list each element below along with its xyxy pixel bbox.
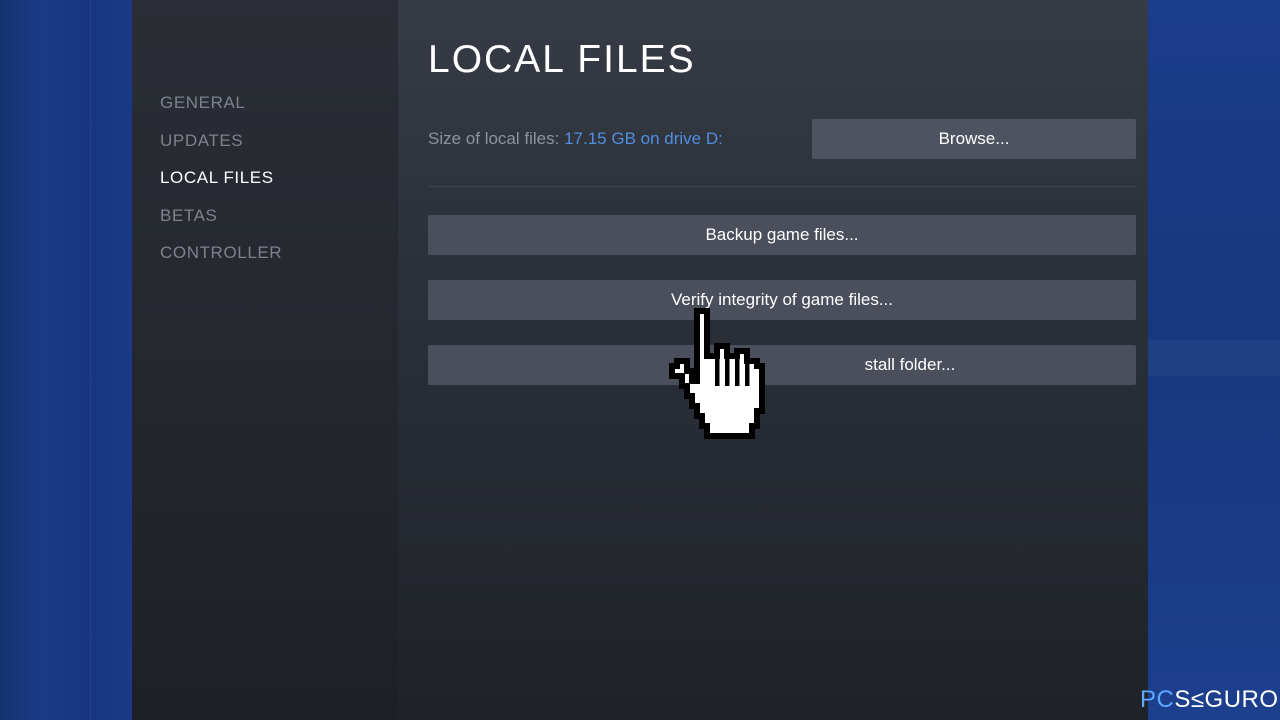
sidebar: GENERAL UPDATES LOCAL FILES BETAS CONTRO… <box>132 0 398 720</box>
sidebar-item-controller[interactable]: CONTROLLER <box>160 243 282 263</box>
watermark-prefix: PC <box>1140 686 1175 713</box>
sidebar-item-betas[interactable]: BETAS <box>160 206 217 226</box>
browse-button[interactable]: Browse... <box>812 119 1136 159</box>
backup-game-files-button[interactable]: Backup game files... <box>428 215 1136 255</box>
sidebar-item-local-files[interactable]: LOCAL FILES <box>160 168 274 188</box>
sidebar-item-general[interactable]: GENERAL <box>160 93 245 113</box>
install-folder-label: stall folder... <box>864 355 956 374</box>
watermark-logo: PCS≤GURO <box>1140 686 1279 714</box>
properties-window: GENERAL UPDATES LOCAL FILES BETAS CONTRO… <box>132 0 1148 720</box>
size-label: Size of local files: <box>428 129 560 148</box>
sidebar-item-updates[interactable]: UPDATES <box>160 131 243 151</box>
hand-pointer-icon <box>669 308 765 439</box>
size-value-link[interactable]: 17.15 GB on drive D: <box>564 129 723 148</box>
local-files-size: Size of local files: 17.15 GB on drive D… <box>428 129 723 149</box>
browse-install-folder-button[interactable]: stall folder... <box>428 345 1136 385</box>
watermark-suffix: S≤GURO <box>1174 686 1279 713</box>
verify-integrity-button[interactable]: Verify integrity of game files... <box>428 280 1136 320</box>
desktop-background-right <box>1148 0 1280 720</box>
background-band <box>1148 340 1280 376</box>
background-line <box>90 0 91 720</box>
divider <box>428 186 1136 187</box>
page-title: LOCAL FILES <box>428 38 696 81</box>
content-panel: LOCAL FILES Size of local files: 17.15 G… <box>398 0 1148 720</box>
